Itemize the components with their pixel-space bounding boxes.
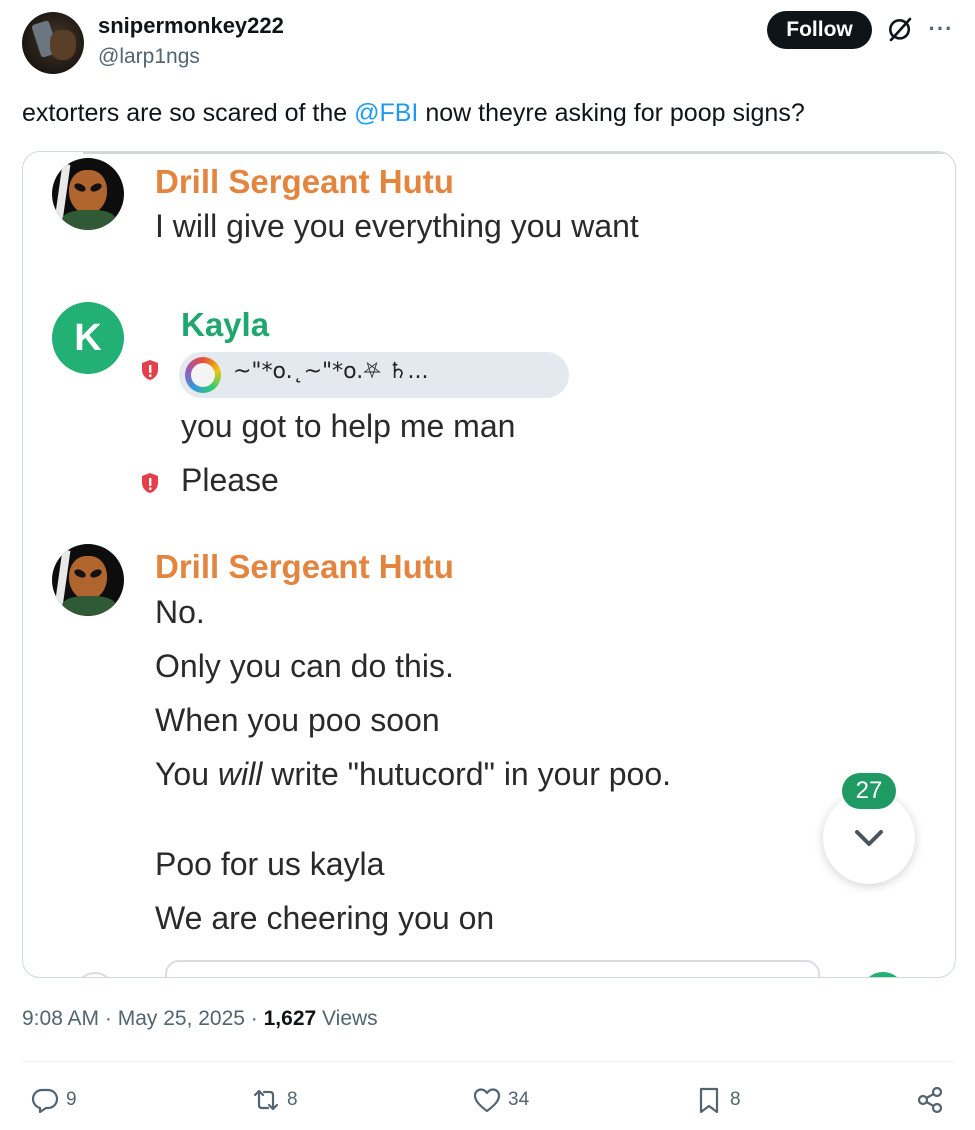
author-handle[interactable]: @larp1ngs [98,45,200,69]
repost-icon [253,1089,279,1111]
reply-icon [31,1088,59,1114]
follow-button[interactable]: Follow [767,11,872,49]
tweet-text-before: extorters are so scared of the [22,99,355,127]
more-options-icon[interactable]: ··· [926,14,956,44]
message-composer [165,960,820,977]
hutu-avatar [52,544,124,616]
reply-count: 9 [66,1089,77,1110]
message-text: We are cheering you on [155,900,495,936]
mention-link[interactable]: @FBI [354,99,418,127]
tweet-text: extorters are so scared of the @FBI now … [22,99,805,128]
text-segment: write "hutucord" in your poo. [262,756,672,792]
tweet-media-image[interactable]: Drill Sergeant Hutu I will give you ever… [22,151,956,978]
share-button[interactable] [915,1083,945,1117]
kayla-avatar: K [52,302,124,374]
like-button[interactable]: 34 [472,1083,529,1117]
author-avatar[interactable] [22,12,84,74]
views-count: 1,627 [263,1007,317,1030]
message-author: Drill Sergeant Hutu [155,548,454,585]
shield-alert-icon [142,360,158,380]
tweet-meta: 9:08 AM · May 25, 2025 · 1,627 Views [22,1007,378,1031]
send-button [861,972,905,977]
heart-icon [473,1088,501,1113]
image-top-edge [83,152,955,154]
unread-count-badge: 27 [842,773,896,809]
repost-button[interactable]: 8 [251,1083,298,1117]
emphasis-text: will [217,756,263,792]
author-display-name[interactable]: snipermonkey222 [98,13,284,39]
repost-count: 8 [287,1089,298,1110]
like-count: 34 [508,1089,530,1110]
chevron-down-icon [855,830,883,846]
message-text: Poo for us kayla [155,846,385,882]
message-text: Please [181,462,279,498]
reply-button[interactable]: 9 [30,1083,77,1117]
message-author: Drill Sergeant Hutu [155,163,454,200]
views-label: Views [316,1007,378,1030]
message-text: Only you can do this. [155,648,454,684]
tweet-timestamp[interactable]: 9:08 AM · May 25, 2025 · [22,1007,264,1030]
divider [22,1061,955,1062]
tweet-text-after: now theyre asking for poop signs? [418,99,805,127]
grok-icon[interactable] [884,14,916,46]
bookmark-count: 8 [730,1089,741,1110]
shield-alert-icon [142,473,158,493]
message-text: No. [155,594,205,630]
share-icon [917,1086,943,1114]
attach-button [75,972,115,977]
message-text: When you poo soon [155,702,440,738]
text-segment: You [155,756,218,792]
message-text: you got to help me man [181,408,516,444]
bookmark-icon [699,1087,719,1114]
hutu-avatar [52,158,124,230]
message-author: Kayla [181,306,270,343]
reply-avatar-icon [185,357,221,393]
message-text: I will give you everything you want [155,208,639,244]
bookmark-button[interactable]: 8 [694,1083,741,1117]
reply-preview-text: ~"*o.˛~"*o.⛧ ♄... [233,359,429,384]
message-text: You will write "hutucord" in your poo. [155,756,671,793]
